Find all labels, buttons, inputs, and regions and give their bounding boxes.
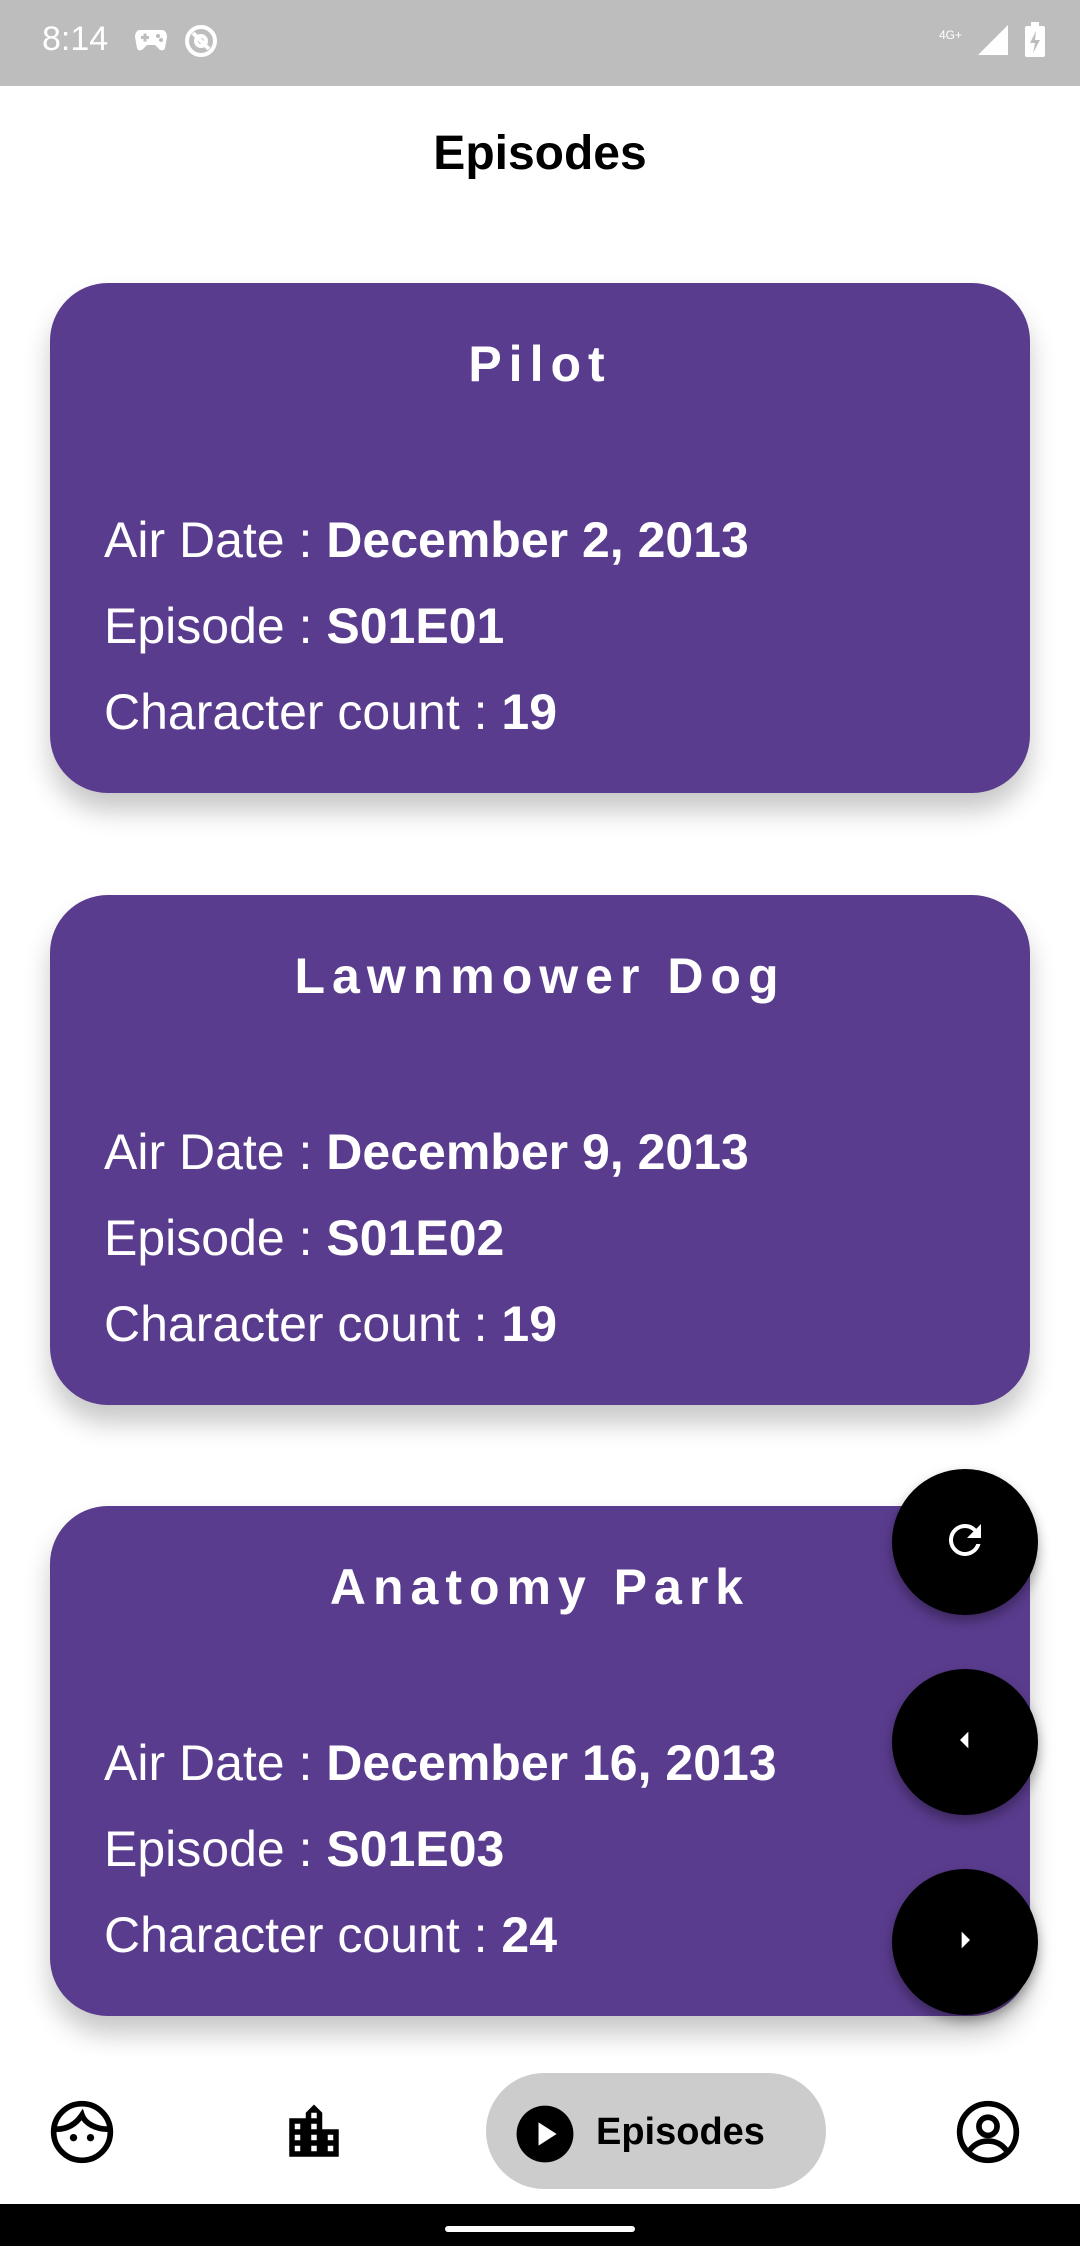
character-count-value: 24	[501, 1907, 558, 1963]
character-count-value: 19	[501, 684, 558, 740]
nav-label-episodes: Episodes	[596, 2111, 765, 2153]
account-icon	[954, 2098, 1022, 2171]
home-gesture-handle[interactable]	[445, 2226, 635, 2232]
at-icon	[184, 24, 218, 63]
air-date-row: Air Date : December 9, 2013	[104, 1123, 749, 1181]
episode-code-row: Episode : S01E01	[104, 597, 504, 655]
refresh-icon	[941, 1516, 989, 1569]
gamepad-icon	[134, 24, 168, 63]
face-icon	[48, 2098, 116, 2171]
air-date-row: Air Date : December 2, 2013	[104, 511, 749, 569]
episode-title: Anatomy Park	[329, 1559, 751, 1615]
previous-page-button[interactable]	[892, 1669, 1038, 1815]
episode-card[interactable]: Pilot Air Date : December 2, 2013 Episod…	[50, 283, 1030, 793]
next-page-icon	[945, 1920, 985, 1965]
episode-code-label: Episode :	[104, 1821, 327, 1877]
bottom-navigation: Episodes	[0, 2058, 1080, 2204]
character-count-value: 19	[501, 1296, 558, 1352]
episode-code-label: Episode :	[104, 598, 327, 654]
network-type-label: 4G+	[938, 27, 962, 42]
air-date-value: December 9, 2013	[326, 1124, 749, 1180]
nav-item-characters[interactable]	[46, 2098, 118, 2170]
signal-icon	[976, 23, 1010, 62]
episode-card[interactable]: Lawnmower Dog Air Date : December 9, 201…	[50, 895, 1030, 1405]
next-page-button[interactable]	[892, 1869, 1038, 2015]
character-count-label: Character count :	[104, 1907, 502, 1963]
nav-item-profile[interactable]	[952, 2098, 1024, 2170]
refresh-button[interactable]	[892, 1469, 1038, 1615]
status-bar: 8:14 4G+	[0, 0, 1080, 86]
episode-title: Pilot	[468, 336, 612, 392]
episode-card[interactable]: Anatomy Park Air Date : December 16, 201…	[50, 1506, 1030, 2016]
episode-code-row: Episode : S01E02	[104, 1209, 504, 1267]
air-date-label: Air Date :	[104, 1735, 327, 1791]
character-count-label: Character count :	[104, 1296, 502, 1352]
episode-code-label: Episode :	[104, 1210, 327, 1266]
nav-item-episodes[interactable]: Episodes	[486, 2073, 826, 2189]
air-date-value: December 16, 2013	[326, 1735, 777, 1791]
air-date-label: Air Date :	[104, 512, 327, 568]
episode-code-value: S01E02	[326, 1210, 505, 1266]
page-title: Episodes	[433, 126, 647, 180]
episode-code-value: S01E01	[326, 598, 505, 654]
nav-item-locations[interactable]	[278, 2098, 350, 2170]
episode-title: Lawnmower Dog	[294, 948, 786, 1004]
system-navigation-bar	[0, 2204, 1080, 2246]
character-count-row: Character count : 19	[104, 683, 557, 741]
air-date-value: December 2, 2013	[326, 512, 749, 568]
app-header: Episodes	[0, 86, 1080, 236]
city-icon	[281, 2099, 347, 2170]
character-count-label: Character count :	[104, 684, 502, 740]
episode-code-value: S01E03	[326, 1821, 505, 1877]
battery-charging-icon	[1024, 22, 1046, 63]
air-date-label: Air Date :	[104, 1124, 327, 1180]
character-count-row: Character count : 19	[104, 1295, 557, 1353]
status-time: 8:14	[42, 20, 109, 58]
episode-code-row: Episode : S01E03	[104, 1820, 504, 1878]
character-count-row: Character count : 24	[104, 1906, 557, 1964]
previous-page-icon	[945, 1720, 985, 1765]
air-date-row: Air Date : December 16, 2013	[104, 1734, 777, 1792]
play-icon	[514, 2103, 576, 2170]
